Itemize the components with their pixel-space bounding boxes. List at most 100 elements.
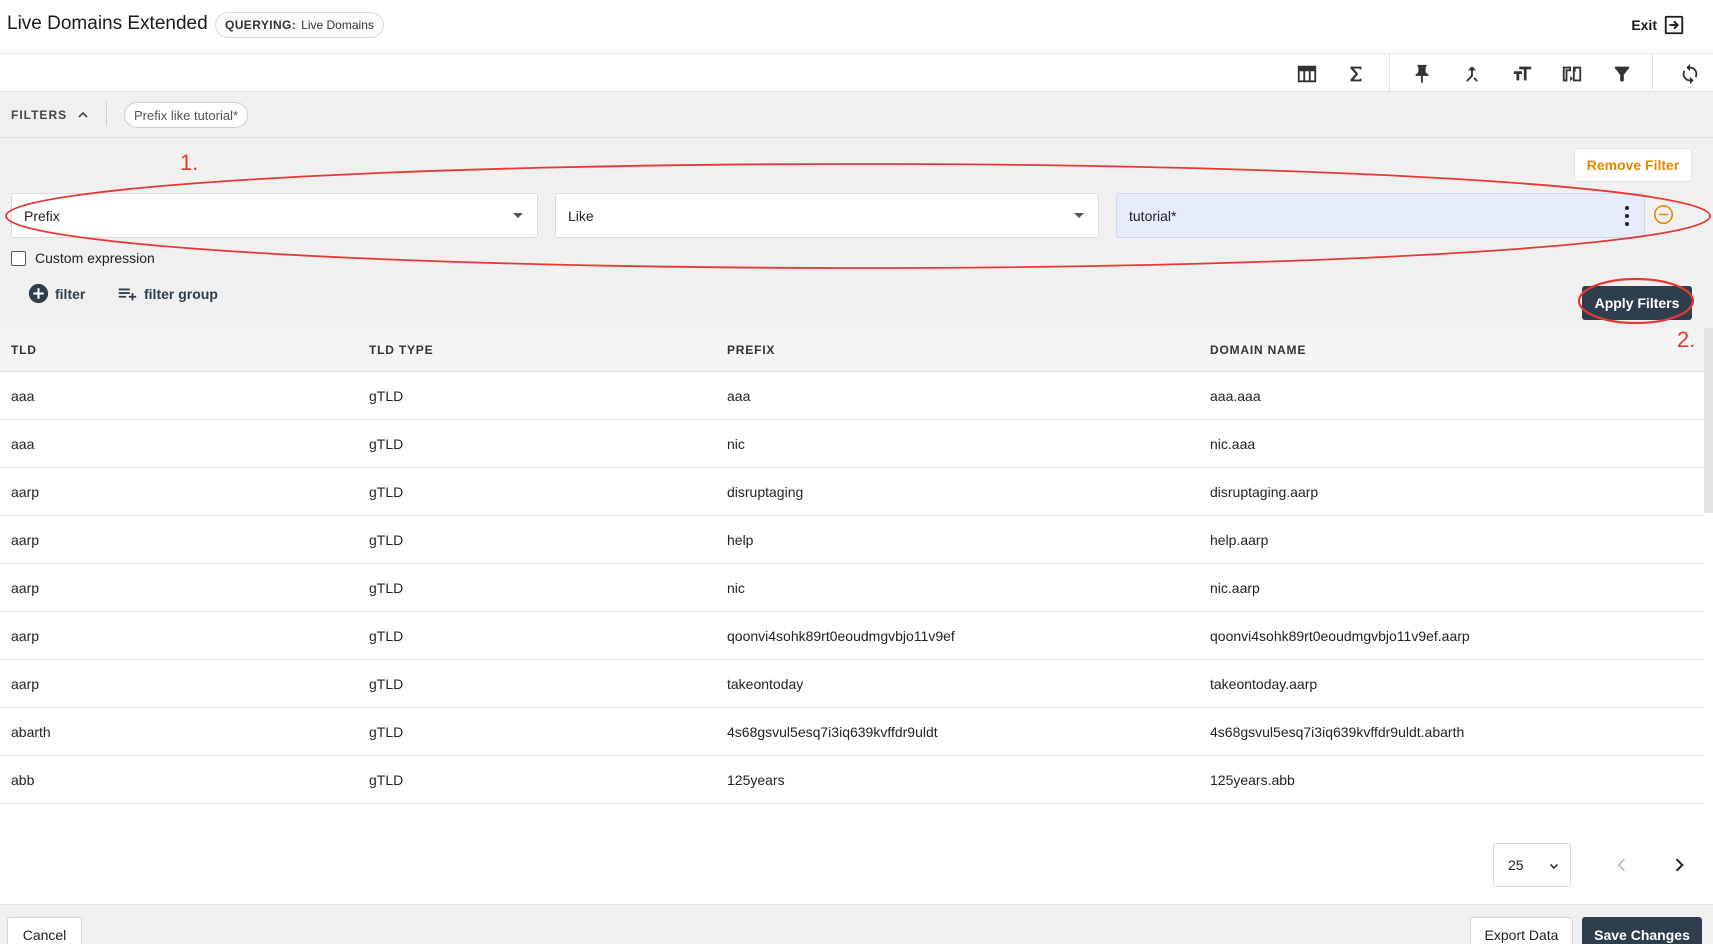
cell-tld: aarp — [11, 676, 40, 692]
cell-tld-type: gTLD — [369, 388, 404, 404]
cell-tld-type: gTLD — [369, 676, 404, 692]
page-size-value: 25 — [1508, 857, 1524, 873]
apply-filters-button[interactable]: Apply Filters — [1582, 286, 1692, 320]
cell-prefix: help — [727, 532, 754, 548]
cell-domain-name: 125years.abb — [1210, 772, 1295, 788]
querying-value: Live Domains — [301, 18, 374, 32]
cell-tld-type: gTLD — [369, 724, 404, 740]
querying-label: QUERYING: — [225, 18, 297, 32]
exit-label: Exit — [1631, 17, 1657, 33]
toolbar-divider — [1652, 54, 1653, 92]
refresh-icon[interactable] — [1677, 61, 1703, 87]
pin-icon[interactable] — [1409, 61, 1435, 87]
column-header-prefix[interactable]: PREFIX — [727, 343, 775, 357]
table-scrollbar[interactable] — [1704, 328, 1713, 513]
remove-filter-button[interactable]: Remove Filter — [1574, 148, 1692, 182]
table-row[interactable]: aaa gTLD aaa aaa.aaa — [0, 372, 1704, 420]
chevron-left-icon[interactable] — [1612, 855, 1632, 875]
annotation-step-1: 1. — [180, 150, 199, 175]
filter-operator-select[interactable]: Like — [555, 193, 1099, 238]
cell-tld: aarp — [11, 484, 40, 500]
cell-tld: aaa — [11, 388, 35, 404]
page-size-select[interactable]: 25 — [1493, 843, 1571, 887]
filter-value-input[interactable]: tutorial* — [1116, 193, 1645, 238]
cell-domain-name: disruptaging.aarp — [1210, 484, 1319, 500]
column-header-tld-type[interactable]: TLD TYPE — [369, 343, 433, 357]
cell-tld-type: gTLD — [369, 772, 404, 788]
cell-tld: aarp — [11, 532, 40, 548]
add-filter-label: filter — [55, 285, 86, 302]
table-row[interactable]: aaa gTLD nic nic.aaa — [0, 420, 1704, 468]
custom-expression-checkbox[interactable] — [11, 250, 26, 266]
cell-domain-name: 4s68gsvul5esq7i3iq639kvffdr9uldt.abarth — [1210, 724, 1465, 740]
merge-icon[interactable] — [1459, 61, 1485, 87]
page-title: Live Domains Extended — [7, 13, 208, 34]
add-filter-group-label: filter group — [144, 286, 218, 302]
cell-tld: aarp — [11, 628, 40, 644]
cell-prefix: nic — [727, 436, 745, 452]
cell-tld: aaa — [11, 436, 35, 452]
playlist-add-icon — [118, 288, 137, 301]
exit-button[interactable]: Exit — [1631, 14, 1685, 36]
cell-prefix: disruptaging — [727, 484, 804, 500]
add-filter-group-button[interactable]: filter group — [116, 283, 218, 305]
querying-badge: QUERYING: Live Domains — [215, 12, 384, 38]
table-row[interactable]: aarp gTLD takeontoday takeontoday.aarp — [0, 660, 1704, 708]
table-header: TLD TLD TYPE PREFIX DOMAIN NAME — [0, 328, 1704, 372]
footer-bar: Cancel Export Data Save Changes — [0, 904, 1713, 944]
custom-expression-option: Custom expression — [11, 250, 155, 266]
cancel-button[interactable]: Cancel — [7, 917, 82, 944]
caret-down-icon — [1074, 213, 1084, 218]
cell-tld-type: gTLD — [369, 580, 404, 596]
cell-tld-type: gTLD — [369, 628, 404, 644]
column-header-domain-name[interactable]: DOMAIN NAME — [1210, 343, 1306, 357]
filters-collapse-toggle[interactable]: FILTERS — [11, 107, 91, 123]
swap-icon[interactable] — [1559, 61, 1585, 87]
save-changes-button[interactable]: Save Changes — [1582, 917, 1702, 944]
cell-domain-name: takeontoday.aarp — [1210, 676, 1318, 692]
cell-tld-type: gTLD — [369, 532, 404, 548]
chevron-right-icon[interactable] — [1669, 855, 1689, 875]
results-table: TLD TLD TYPE PREFIX DOMAIN NAME aaa gTLD a… — [0, 328, 1704, 804]
app-header: Live Domains Extended QUERYING: Live Dom… — [0, 0, 1713, 54]
text-size-icon[interactable] — [1509, 61, 1535, 87]
exit-icon — [1664, 15, 1684, 35]
cell-prefix: nic — [727, 580, 745, 596]
filters-label: FILTERS — [11, 108, 68, 122]
table-row[interactable]: abb gTLD 125years 125years.abb — [0, 756, 1704, 804]
cell-tld-type: gTLD — [369, 436, 404, 452]
filter-field-value: Prefix — [24, 207, 60, 224]
cell-tld: aarp — [11, 580, 40, 596]
export-data-button[interactable]: Export Data — [1470, 917, 1573, 944]
column-header-tld[interactable]: TLD — [11, 343, 37, 357]
table-row[interactable]: abarth gTLD 4s68gsvul5esq7i3iq639kvffdr9ul… — [0, 708, 1704, 756]
more-options-icon[interactable] — [1622, 206, 1632, 226]
custom-expression-label: Custom expression — [35, 250, 155, 266]
table-row[interactable]: aarp gTLD disruptaging disruptaging.aarp — [0, 468, 1704, 516]
chevron-up-icon — [78, 111, 88, 118]
cell-prefix: aaa — [727, 388, 751, 404]
cell-prefix: 4s68gsvul5esq7i3iq639kvffdr9uldt — [727, 724, 938, 740]
cell-domain-name: qoonvi4sohk89rt0eoudmgvbjo11v9ef.aarp — [1210, 628, 1470, 644]
funnel-icon[interactable] — [1609, 61, 1635, 87]
table-columns-icon[interactable] — [1294, 61, 1320, 87]
filter-operator-value: Like — [568, 207, 594, 224]
filter-value-text: tutorial* — [1129, 207, 1177, 224]
annotation-step-2: 2. — [1677, 327, 1696, 352]
caret-down-icon — [513, 213, 523, 218]
toolbar-divider — [1389, 54, 1390, 92]
cell-prefix: qoonvi4sohk89rt0eoudmgvbjo11v9ef — [727, 628, 955, 644]
table-row[interactable]: aarp gTLD nic nic.aarp — [0, 564, 1704, 612]
table-body: aaa gTLD aaa aaa.aaa aaa gTLD nic nic.aaa aarp gT… — [0, 372, 1704, 804]
cell-domain-name: help.aarp — [1210, 532, 1269, 548]
active-filter-chip[interactable]: Prefix like tutorial* — [124, 102, 249, 128]
filters-divider — [106, 102, 107, 126]
filter-field-select[interactable]: Prefix — [11, 193, 538, 238]
sigma-icon[interactable] — [1343, 61, 1369, 87]
add-filter-button[interactable]: filter — [28, 283, 85, 304]
chevron-down-icon — [1549, 863, 1559, 870]
table-row[interactable]: aarp gTLD help help.aarp — [0, 516, 1704, 564]
remove-row-icon[interactable] — [1653, 204, 1674, 225]
filters-bar: FILTERS Prefix like tutorial* — [0, 92, 1713, 138]
table-row[interactable]: aarp gTLD qoonvi4sohk89rt0eoudmgvbjo11v9ef… — [0, 612, 1704, 660]
